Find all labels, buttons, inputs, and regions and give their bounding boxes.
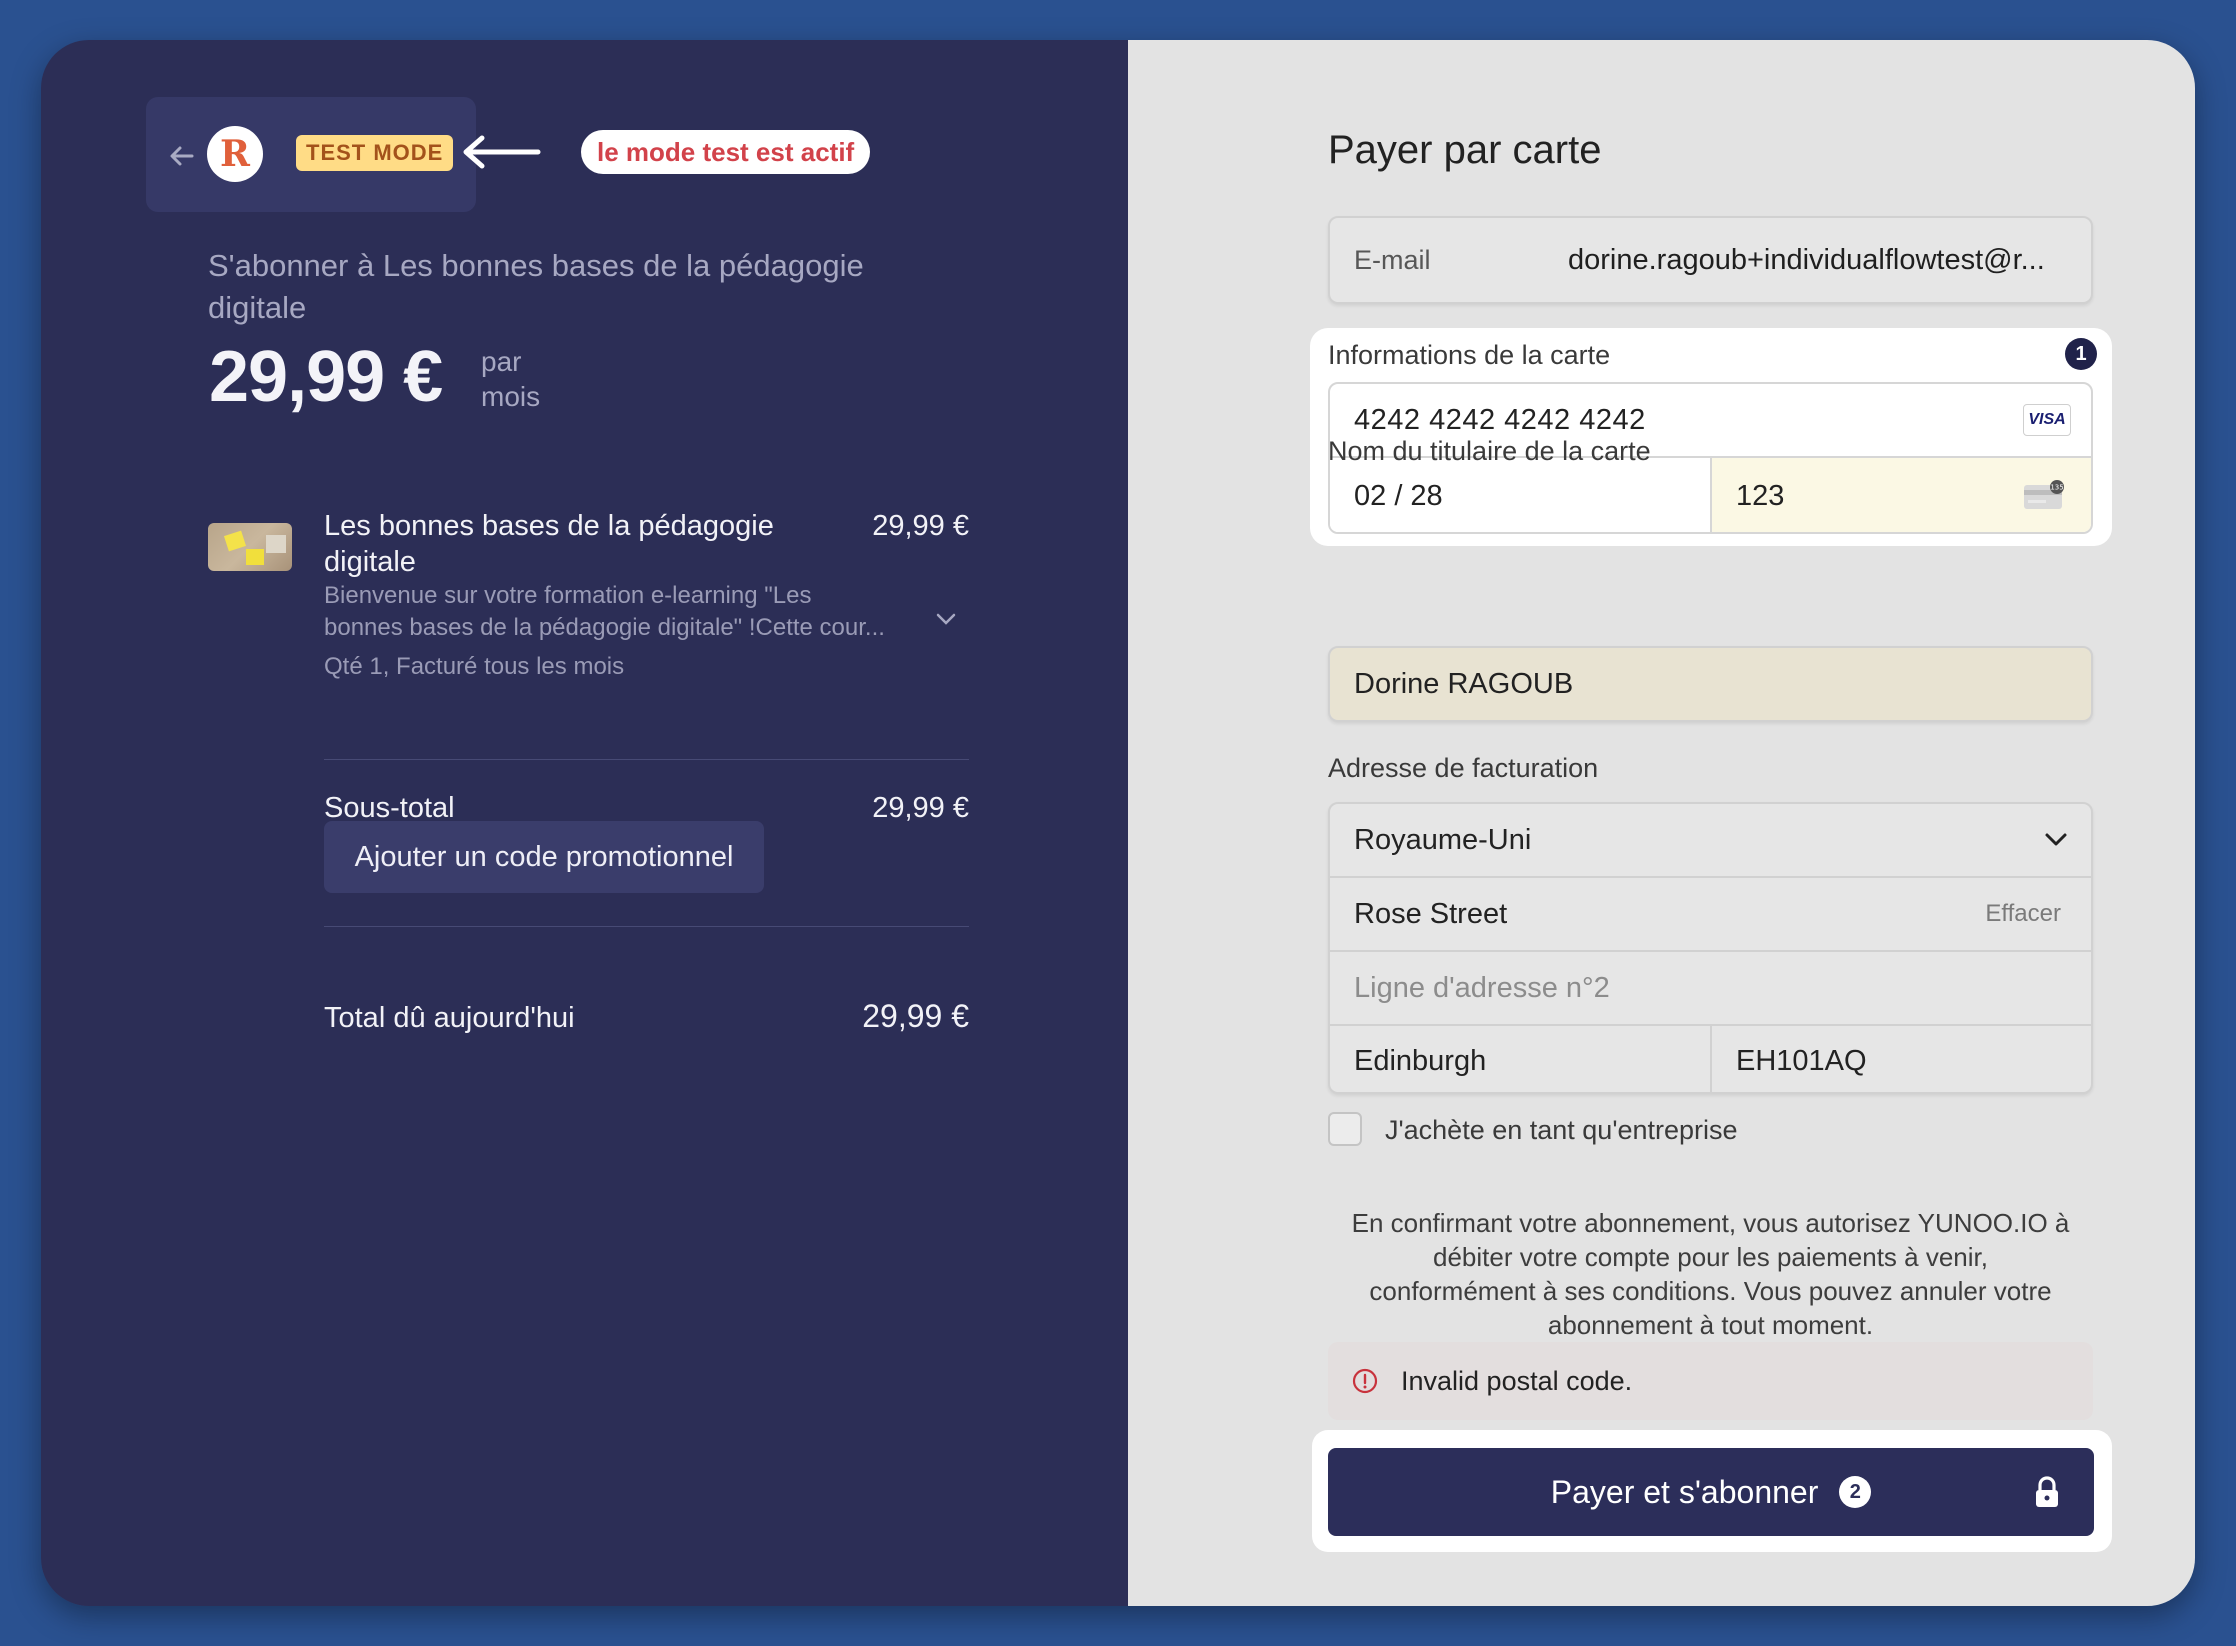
chevron-down-icon[interactable]: [934, 610, 958, 628]
logo-letter: R: [220, 133, 250, 175]
address-line2-field[interactable]: Ligne d'adresse n°2: [1330, 952, 2091, 1026]
card-expiry-value: 02 / 28: [1354, 480, 1443, 512]
error-icon: [1352, 1368, 1378, 1394]
page-title: Payer par carte: [1328, 128, 1602, 172]
price: 29,99 €: [209, 337, 443, 417]
arrow-left-icon[interactable]: [166, 140, 198, 172]
pay-button-text: Payer et s'abonner: [1550, 1474, 1819, 1510]
address-line1-field[interactable]: Rose Street Effacer: [1330, 878, 2091, 952]
pay-button-label: Payer et s'abonner 2: [1328, 1448, 2094, 1536]
checkout-card: R TEST MODE le mode test est actif S'abo…: [41, 40, 2195, 1606]
card-info-label: Informations de la carte: [1328, 340, 1611, 370]
item-price: 29,99 €: [872, 510, 969, 542]
item-description: Bienvenue sur votre formation e-learning…: [324, 580, 924, 644]
chevron-down-icon: [2045, 833, 2067, 846]
item-description-line2: bonnes bases de la pédagogie digitale" !…: [324, 614, 885, 641]
cardholder-name-value: Dorine RAGOUB: [1354, 668, 1574, 700]
price-unit: par mois: [481, 344, 540, 414]
business-checkbox[interactable]: [1328, 1112, 1362, 1146]
legal-line: abonnement à tout moment.: [1547, 1310, 1874, 1340]
error-message-box: Invalid postal code.: [1328, 1342, 2093, 1420]
total-label: Total dû aujourd'hui: [324, 1002, 575, 1034]
order-summary-panel: R TEST MODE le mode test est actif S'abo…: [41, 40, 1128, 1606]
cvc-card-icon: 135: [2024, 480, 2064, 509]
price-unit-line1: par: [481, 346, 522, 377]
city-field[interactable]: Edinburgh: [1330, 1026, 1712, 1092]
card-expiry-field[interactable]: 02 / 28: [1330, 458, 1712, 532]
annotation-arrow-icon: [463, 135, 541, 169]
billing-address-group: Royaume-Uni Rose Street Effacer Ligne d'…: [1328, 802, 2093, 1094]
test-mode-annotation: le mode test est actif: [581, 130, 871, 174]
visa-icon: VISA: [2023, 404, 2071, 436]
item-quantity: Qté 1, Facturé tous les mois: [324, 653, 625, 680]
address-line2-placeholder: Ligne d'adresse n°2: [1354, 972, 1610, 1004]
cardholder-label: Nom du titulaire de la carte: [1328, 436, 1651, 466]
card-cvc-value: 123: [1736, 480, 1785, 512]
address-line1-value: Rose Street: [1354, 898, 1508, 930]
clear-address-link[interactable]: Effacer: [1985, 878, 2061, 950]
divider: [324, 926, 969, 927]
subtotal-value: 29,99 €: [872, 792, 969, 824]
add-promo-code-button[interactable]: Ajouter un code promotionnel: [324, 821, 764, 893]
legal-text: En confirmant votre abonnement, vous aut…: [1328, 1206, 2093, 1342]
total-value: 29,99 €: [862, 998, 969, 1034]
country-value: Royaume-Uni: [1354, 824, 1532, 856]
svg-text:135: 135: [2050, 484, 2063, 492]
cardholder-name-field[interactable]: Dorine RAGOUB: [1328, 646, 2093, 722]
legal-line: En confirmant votre abonnement, vous aut…: [1351, 1208, 2070, 1238]
country-select[interactable]: Royaume-Uni: [1330, 804, 2091, 878]
legal-line: débiter votre compte pour les paiements …: [1433, 1242, 1988, 1272]
business-checkbox-label[interactable]: J'achète en tant qu'entreprise: [1385, 1112, 1738, 1148]
postal-code-field[interactable]: EH101AQ: [1712, 1026, 2091, 1092]
postal-code-value: EH101AQ: [1736, 1045, 1867, 1077]
test-mode-badge: TEST MODE: [296, 135, 454, 171]
pay-and-subscribe-button[interactable]: Payer et s'abonner 2: [1328, 1448, 2094, 1536]
step-badge-2: 2: [1839, 1475, 1872, 1508]
step-badge-1: 1: [2065, 338, 2097, 370]
item-title: Les bonnes bases de la pédagogie digital…: [324, 510, 774, 578]
merchant-logo: R: [207, 126, 263, 182]
email-field[interactable]: E-mail dorine.ragoub+individualflowtest@…: [1328, 216, 2093, 304]
email-value: dorine.ragoub+individualflowtest@r...: [1568, 244, 2045, 276]
payment-panel: Payer par carte E-mail dorine.ragoub+ind…: [1128, 40, 2195, 1606]
divider: [324, 759, 969, 760]
email-label: E-mail: [1354, 245, 1431, 275]
legal-line: conformément à ses conditions. Vous pouv…: [1369, 1276, 2052, 1306]
subscription-title: S'abonner à Les bonnes bases de la pédag…: [208, 248, 864, 325]
card-cvc-field[interactable]: 123 135: [1712, 458, 2091, 532]
price-unit-line2: mois: [481, 381, 541, 412]
lock-icon: [2036, 1476, 2058, 1507]
city-value: Edinburgh: [1354, 1045, 1487, 1077]
billing-address-label: Adresse de facturation: [1328, 753, 1599, 783]
error-message: Invalid postal code.: [1401, 1366, 1633, 1396]
item-description-line1: Bienvenue sur votre formation e-learning…: [324, 582, 812, 609]
product-thumbnail: [208, 523, 292, 571]
